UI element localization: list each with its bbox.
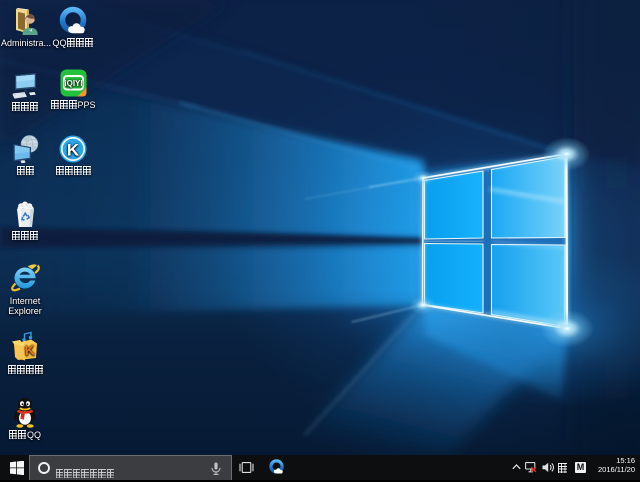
svg-text:K: K (24, 342, 35, 359)
svg-text:K: K (67, 141, 80, 160)
svg-text:iQIYI: iQIYI (64, 79, 82, 88)
